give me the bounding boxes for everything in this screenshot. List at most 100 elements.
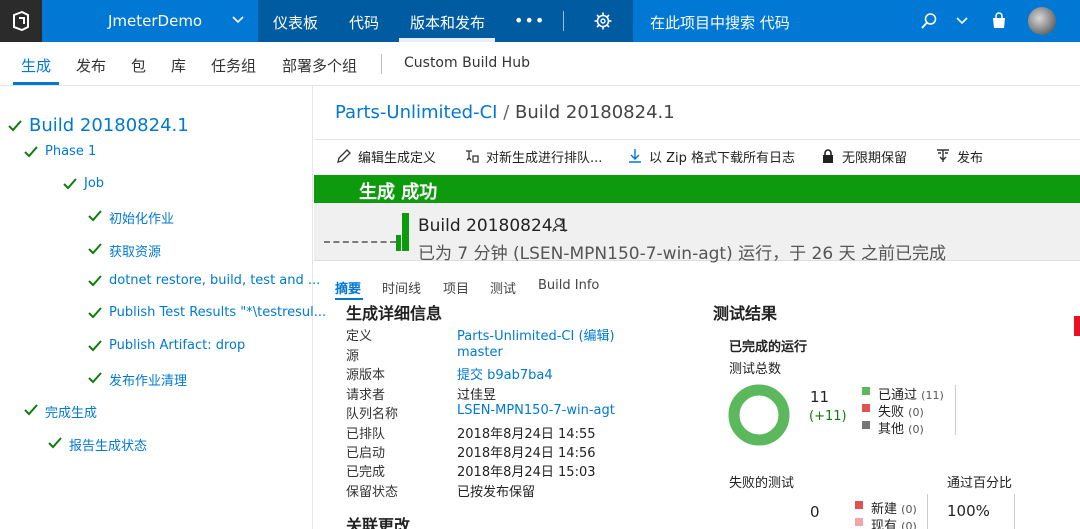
check-icon <box>63 178 77 190</box>
failed-tests-label: 失败的测试 <box>729 476 795 491</box>
nav-code[interactable]: 代码 <box>349 12 379 33</box>
detail-key: 已完成 <box>346 465 386 480</box>
download-icon <box>629 149 641 163</box>
more-icon[interactable]: ••• <box>514 11 545 30</box>
failed-legend-swatch <box>862 404 870 412</box>
build-history-bar <box>396 235 401 251</box>
status-banner-text: 生成 成功 <box>359 182 438 203</box>
detail-key: 定义 <box>346 329 373 344</box>
tab-tests[interactable]: 测试 <box>490 278 516 297</box>
search-icon[interactable] <box>920 12 938 30</box>
pass-pct-divider <box>1014 494 1015 529</box>
failed-divider <box>927 494 928 529</box>
finished-time-value: 2018年8月24日 15:03 <box>457 465 596 480</box>
check-icon <box>88 210 102 222</box>
build-details-title: 生成详细信息 <box>346 304 443 323</box>
build-number: Build 20180824.1 <box>418 216 569 236</box>
project-selector[interactable]: JmeterDemo <box>108 12 202 30</box>
existing-failures-label: 现有 <box>871 519 898 529</box>
detail-key: 已排队 <box>346 427 386 442</box>
started-time-value: 2018年8月24日 14:56 <box>457 446 596 461</box>
tab-deployment-groups[interactable]: 部署多个组 <box>282 55 357 76</box>
check-icon <box>48 437 62 449</box>
secondary-nav: 生成 发布 包 库 任务组 部署多个组 Custom Build Hub <box>0 42 1080 86</box>
tab-artifacts[interactable]: 项目 <box>443 278 469 297</box>
search-input[interactable]: 在此项目中搜索 代码 <box>650 12 790 33</box>
new-failures-swatch <box>855 501 863 509</box>
marketplace-bag-icon[interactable] <box>990 12 1008 30</box>
subnav-divider <box>381 54 382 74</box>
detail-key: 队列名称 <box>346 407 399 422</box>
check-icon <box>88 372 102 384</box>
breadcrumb-separator: / <box>503 102 510 123</box>
other-legend-swatch <box>862 421 870 429</box>
release-icon <box>937 149 949 162</box>
devops-logo-icon <box>13 11 29 31</box>
nav-divider <box>563 11 564 31</box>
detail-key: 保留状态 <box>346 485 399 500</box>
chevron-down-icon[interactable] <box>231 13 245 27</box>
retain-label: 无限期保留 <box>842 151 908 166</box>
summary-tabs: 摘要 时间线 项目 测试 Build Info <box>314 278 1080 300</box>
definition-link[interactable]: Parts-Unlimited-CI (编辑) <box>457 325 615 344</box>
tree-item-label: 发布作业清理 <box>109 374 188 389</box>
subnav-active-indicator <box>13 82 59 85</box>
other-legend-count: (0) <box>908 423 924 436</box>
existing-failures-legend: 现有 (0) <box>871 515 917 529</box>
tab-builds[interactable]: 生成 <box>21 55 51 76</box>
build-summary-box: Build 20180824.1 已为 7 分钟 (LSEN-MPN150-7-… <box>314 203 1080 264</box>
build-history-baseline <box>324 241 396 243</box>
source-version-link[interactable]: 提交 b9ab7ba4 <box>457 364 553 383</box>
tab-build-info[interactable]: Build Info <box>538 278 599 293</box>
edit-definition-label: 编辑生成定义 <box>358 151 437 166</box>
tree-item-label: 初始化作业 <box>109 212 175 227</box>
tab-packages[interactable]: 包 <box>131 55 146 76</box>
search-chevron-down-icon[interactable] <box>955 14 969 28</box>
tab-timeline[interactable]: 时间线 <box>382 278 421 297</box>
tree-item-label: dotnet restore, build, test and ... <box>109 273 321 288</box>
detail-key: 已启动 <box>346 446 386 461</box>
nav-build-release[interactable]: 版本和发布 <box>410 12 485 33</box>
source-branch-link[interactable]: master <box>457 345 503 360</box>
other-legend: 其他 (0) <box>878 418 924 437</box>
retention-value: 已按发布保留 <box>457 485 536 500</box>
failed-tests-value: 0 <box>810 503 820 521</box>
completed-runs-label: 已完成的运行 <box>729 340 808 355</box>
tab-summary[interactable]: 摘要 <box>335 278 361 297</box>
build-summary-panel: Parts-Unlimited-CI / Build 20180824.1 编辑… <box>314 86 1080 529</box>
queue-icon <box>466 150 479 163</box>
pencil-icon <box>337 149 351 163</box>
existing-failures-swatch <box>855 518 863 526</box>
build-history-current-bar[interactable] <box>402 213 409 251</box>
check-icon <box>88 340 102 352</box>
release-label: 发布 <box>957 151 984 166</box>
tree-item-label: Phase 1 <box>45 144 97 159</box>
breadcrumb-build: Build 20180824.1 <box>515 102 675 123</box>
nav-dashboards[interactable]: 仪表板 <box>273 12 318 33</box>
existing-failures-count: (0) <box>901 520 917 529</box>
tree-item-label: Publish Test Results "*\testresul... <box>109 305 327 320</box>
build-steps-tree: Build 20180824.1 Phase 1 Job 初始化作业 获取资源 … <box>0 86 326 529</box>
tab-library[interactable]: 库 <box>171 55 186 76</box>
tab-custom-build-hub[interactable]: Custom Build Hub <box>404 55 530 71</box>
gear-icon[interactable] <box>594 12 612 30</box>
test-donut-chart <box>728 384 790 446</box>
queue-name-link[interactable]: LSEN-MPN150-7-win-agt <box>457 403 615 418</box>
breadcrumb-pipeline-link[interactable]: Parts-Unlimited-CI <box>335 102 497 123</box>
tree-item-label: 完成生成 <box>45 406 98 421</box>
other-legend-label: 其他 <box>878 422 905 437</box>
donut-passed-arc <box>728 384 790 446</box>
user-avatar[interactable] <box>1028 7 1056 35</box>
tab-releases[interactable]: 发布 <box>76 55 106 76</box>
tab-task-groups[interactable]: 任务组 <box>211 55 256 76</box>
pass-percentage-label: 通过百分比 <box>947 476 1013 491</box>
check-icon <box>88 243 102 255</box>
top-bar: JmeterDemo 仪表板 代码 版本和发布 ••• 在此项目中搜索 代码 <box>0 0 1080 42</box>
tree-item-label: Publish Artifact: drop <box>109 338 246 353</box>
download-logs-label: 以 Zip 格式下载所有日志 <box>649 151 796 166</box>
azure-devops-logo[interactable] <box>0 0 42 42</box>
requester-value: 过佳昱 <box>457 388 497 403</box>
total-tests-delta: (+11) <box>809 409 847 424</box>
queue-build-label: 对新生成进行排队... <box>486 151 603 166</box>
queued-time-value: 2018年8月24日 14:55 <box>457 427 596 442</box>
